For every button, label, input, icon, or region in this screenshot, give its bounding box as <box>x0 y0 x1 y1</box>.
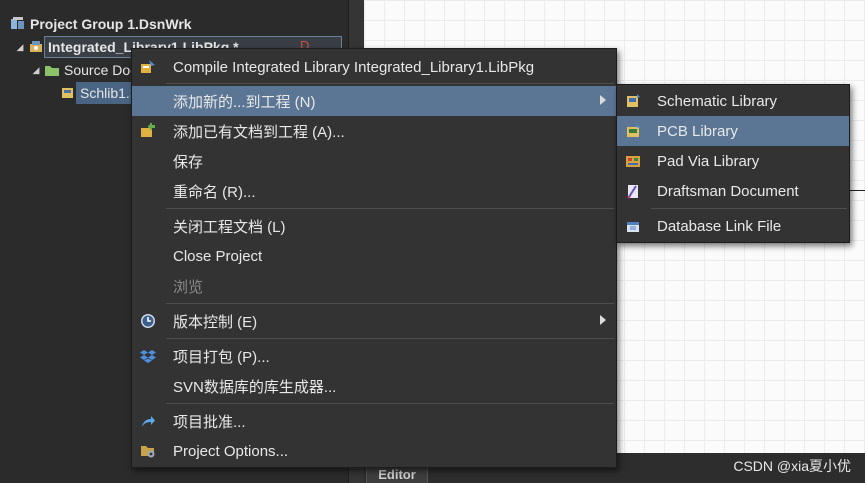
menu-item-rename[interactable]: 重命名 (R)... <box>132 176 616 206</box>
pcb-library-icon <box>625 123 641 139</box>
watermark: CSDN @xia夏小优 <box>733 458 851 474</box>
menu-item-label: 添加新的...到工程 (N) <box>173 93 316 111</box>
context-menu: Compile Integrated Library Integrated_Li… <box>131 48 617 468</box>
menu-item-browse: 浏览 <box>132 271 616 301</box>
schematic-library-icon <box>60 86 76 100</box>
menu-item-version-control[interactable]: 版本控制 (E) <box>132 306 616 336</box>
dropbox-icon <box>140 348 156 364</box>
menu-item-label: 版本控制 (E) <box>173 313 258 331</box>
source-docs-label: Source Doc <box>64 62 138 78</box>
folder-icon <box>44 63 60 77</box>
submenu-item-label: Database Link File <box>657 217 782 235</box>
menu-item-close-project[interactable]: Close Project <box>132 241 616 271</box>
menu-item-project-options[interactable]: Project Options... <box>132 436 616 466</box>
menu-separator <box>651 208 847 209</box>
tree-item-source-documents[interactable]: ◢ Source Doc <box>30 60 138 80</box>
library-package-icon <box>28 40 44 54</box>
menu-item-svn-library-builder[interactable]: SVN数据库的库生成器... <box>132 371 616 401</box>
compile-icon <box>140 59 156 75</box>
menu-separator <box>166 303 614 304</box>
menu-item-label: 项目批准... <box>173 413 246 431</box>
add-new-submenu: Schematic Library PCB Library Pad Via Li… <box>616 84 850 243</box>
menu-separator <box>166 83 614 84</box>
menu-item-label: 项目打包 (P)... <box>173 348 270 366</box>
submenu-item-draftsman-document[interactable]: Draftsman Document <box>617 176 849 206</box>
menu-separator <box>166 338 614 339</box>
submenu-item-pcb-library[interactable]: PCB Library <box>617 116 849 146</box>
tree-item-project-group[interactable]: Project Group 1.DsnWrk <box>10 14 192 34</box>
menu-item-save[interactable]: 保存 <box>132 146 616 176</box>
menu-item-label: 重命名 (R)... <box>173 183 256 201</box>
add-existing-icon <box>140 123 156 139</box>
menu-item-label: 浏览 <box>173 278 204 296</box>
submenu-item-label: Draftsman Document <box>657 182 799 200</box>
submenu-arrow-icon <box>600 315 606 325</box>
menu-item-add-new[interactable]: 添加新的...到工程 (N) <box>132 86 616 116</box>
submenu-item-label: Pad Via Library <box>657 152 760 170</box>
expand-arrow-icon[interactable]: ◢ <box>30 65 42 76</box>
menu-item-add-existing[interactable]: 添加已有文档到工程 (A)... <box>132 116 616 146</box>
menu-separator <box>166 208 614 209</box>
draftsman-document-icon <box>625 183 641 199</box>
submenu-item-database-link-file[interactable]: Database Link File <box>617 211 849 241</box>
menu-item-label: Close Project <box>173 247 263 265</box>
clock-icon <box>140 313 156 329</box>
project-group-label: Project Group 1.DsnWrk <box>30 16 192 32</box>
pad-via-library-icon <box>625 153 641 169</box>
menu-item-label: Project Options... <box>173 442 289 460</box>
tree-item-schlib[interactable]: Schlib1.S <box>60 83 139 103</box>
schematic-library-icon <box>625 93 641 109</box>
menu-item-pack-project[interactable]: 项目打包 (P)... <box>132 341 616 371</box>
folder-settings-icon <box>140 443 156 459</box>
submenu-item-schematic-library[interactable]: Schematic Library <box>617 86 849 116</box>
submenu-item-label: PCB Library <box>657 122 738 140</box>
menu-item-project-approve[interactable]: 项目批准... <box>132 406 616 436</box>
expand-arrow-icon[interactable]: ◢ <box>14 42 26 53</box>
menu-item-label: 保存 <box>173 153 204 171</box>
menu-item-label: 添加已有文档到工程 (A)... <box>173 123 345 141</box>
menu-item-label: 关闭工程文档 (L) <box>173 218 286 236</box>
submenu-item-label: Schematic Library <box>657 92 778 110</box>
canvas-wire <box>850 190 865 191</box>
submenu-arrow-icon <box>600 95 606 105</box>
project-group-icon <box>10 17 26 31</box>
share-arrow-icon <box>140 413 156 429</box>
menu-separator <box>166 403 614 404</box>
database-link-icon <box>625 218 641 234</box>
menu-item-compile[interactable]: Compile Integrated Library Integrated_Li… <box>132 52 616 82</box>
submenu-item-pad-via-library[interactable]: Pad Via Library <box>617 146 849 176</box>
menu-item-label: SVN数据库的库生成器... <box>173 378 337 396</box>
menu-item-close-documents[interactable]: 关闭工程文档 (L) <box>132 211 616 241</box>
menu-item-label: Compile Integrated Library Integrated_Li… <box>173 58 535 76</box>
